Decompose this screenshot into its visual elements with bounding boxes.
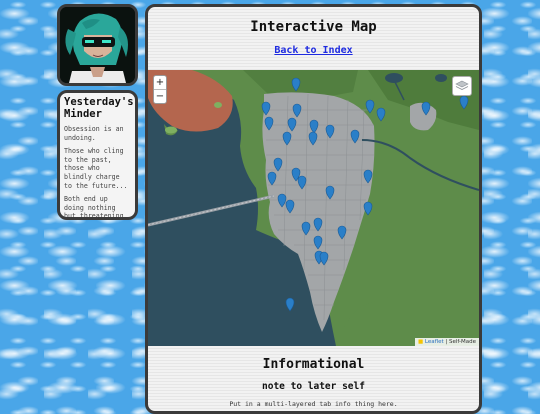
leaflet-link[interactable]: Leaflet — [425, 339, 444, 345]
interactive-map[interactable]: + − ■ Leaflet | Self-Made — [148, 70, 479, 346]
zoom-in-button[interactable]: + — [154, 76, 166, 89]
sidebar-paragraph: Obsession is an undoing. — [64, 125, 124, 142]
sidebar-card: Yesterday's Minder Obsession is an undoi… — [57, 90, 138, 220]
attribution-separator: | — [445, 339, 448, 345]
layers-icon — [455, 80, 469, 90]
info-heading: Informational — [262, 357, 365, 372]
layers-button[interactable] — [452, 76, 472, 96]
zoom-out-button[interactable]: − — [154, 89, 166, 103]
main-panel: Interactive Map Back to Index + − ■ Leaf… — [145, 4, 482, 414]
attribution-text: Self-Made — [448, 339, 476, 345]
sidebar-paragraph: Both end up doing nothing but threatenin… — [64, 195, 124, 220]
page-title: Interactive Map — [250, 19, 377, 35]
sidebar-paragraph: Those who cling to the past, those who b… — [64, 147, 128, 190]
back-to-index-link[interactable]: Back to Index — [148, 45, 479, 56]
avatar — [57, 4, 138, 86]
zoom-control: + − — [153, 75, 167, 104]
note-text: Put in a multi-layered tab info thing he… — [229, 400, 398, 408]
ukraine-flag-icon: ■ — [417, 339, 424, 345]
note-heading: note to later self — [262, 381, 365, 392]
avatar-image — [60, 7, 135, 83]
map-tiles — [148, 70, 479, 346]
map-attribution: ■ Leaflet | Self-Made — [414, 338, 479, 346]
left-column: Yesterday's Minder Obsession is an undoi… — [57, 4, 138, 220]
sidebar-title: Yesterday's Minder — [64, 96, 134, 120]
